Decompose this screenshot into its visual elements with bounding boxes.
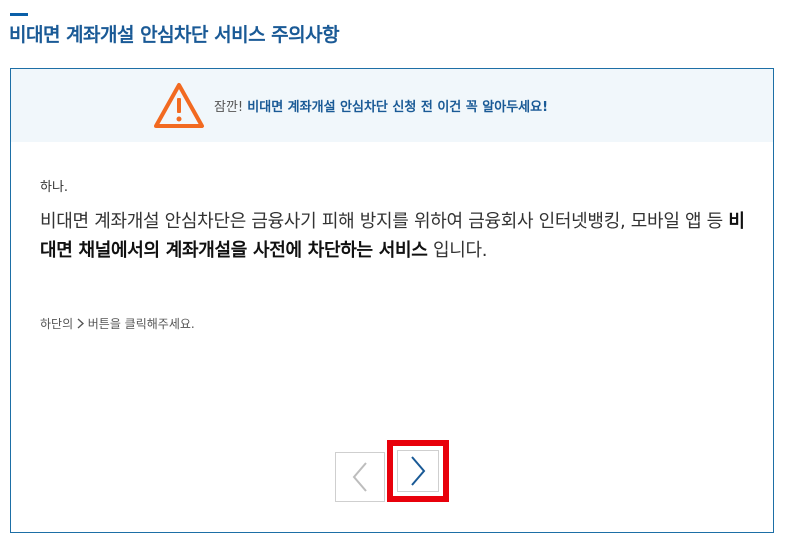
next-button[interactable]	[387, 440, 449, 502]
hint-before: 하단의	[40, 317, 77, 331]
notice-panel: 잠깐! 비대면 계좌개설 안심차단 신청 전 이건 꼭 알아두세요! 하나. 비…	[10, 68, 774, 533]
banner-text: 잠깐! 비대면 계좌개설 안심차단 신청 전 이건 꼭 알아두세요!	[214, 96, 548, 115]
description-ending: 입니다.	[427, 240, 488, 261]
warning-banner: 잠깐! 비대면 계좌개설 안심차단 신청 전 이건 꼭 알아두세요!	[11, 69, 773, 142]
hint-after: 버튼을 클릭해주세요.	[83, 317, 195, 331]
banner-lead: 잠깐!	[214, 100, 244, 115]
page-title: 비대면 계좌개설 안심차단 서비스 주의사항	[9, 24, 340, 46]
prev-button[interactable]	[335, 452, 385, 502]
description-text: 비대면 계좌개설 안심차단은 금융사기 피해 방지를 위하여 금융회사 인터넷뱅…	[40, 211, 729, 232]
step-label: 하나.	[40, 180, 69, 195]
warning-triangle-icon	[154, 83, 204, 128]
next-button-inner[interactable]	[397, 450, 439, 492]
chevron-left-icon	[352, 462, 367, 492]
chevron-right-icon	[77, 318, 84, 329]
title-accent-bar	[10, 13, 28, 16]
chevron-right-icon	[411, 456, 426, 486]
service-description: 비대면 계좌개설 안심차단은 금융사기 피해 방지를 위하여 금융회사 인터넷뱅…	[40, 207, 760, 265]
hint-text: 하단의 버튼을 클릭해주세요.	[40, 315, 195, 332]
banner-highlight: 비대면 계좌개설 안심차단 신청 전 이건 꼭 알아두세요!	[247, 100, 549, 115]
